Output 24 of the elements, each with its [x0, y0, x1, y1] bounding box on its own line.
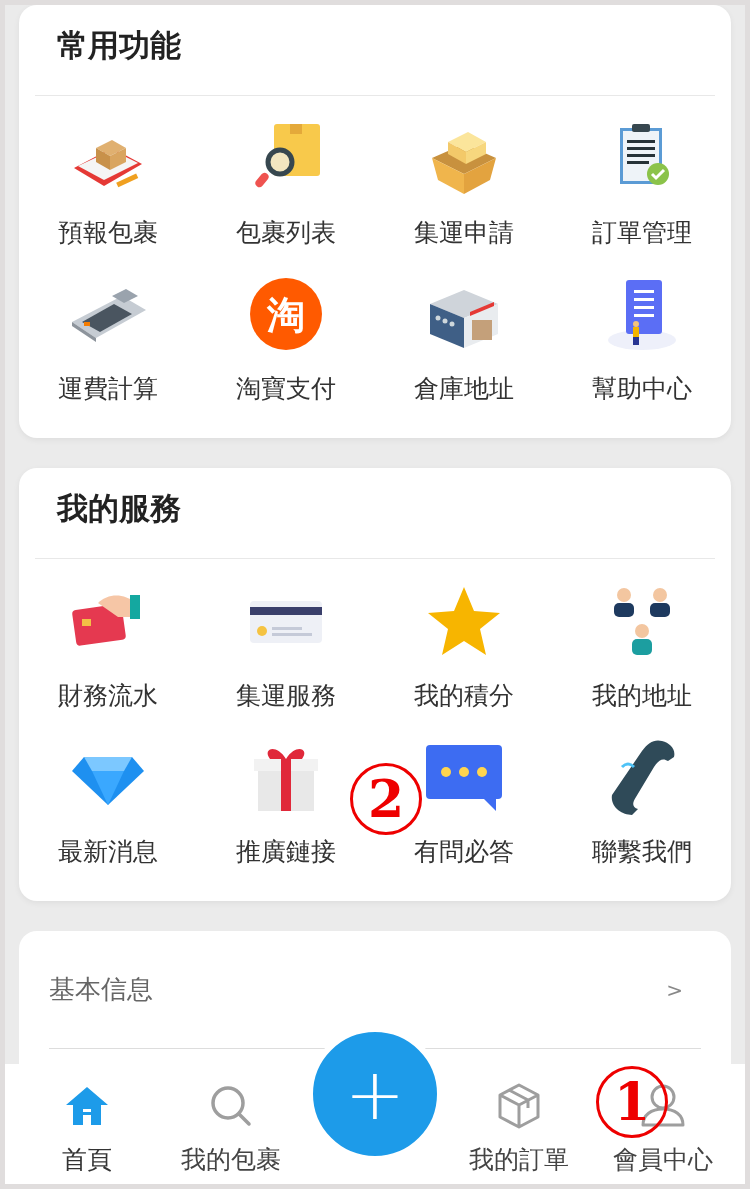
feature-item[interactable]: 集運服務 [236, 573, 336, 729]
feature-item[interactable]: 包裹列表 [236, 110, 336, 266]
feature-item[interactable]: 預報包裹 [58, 110, 158, 266]
list-item[interactable]: 基本信息 [49, 970, 153, 1009]
feature-item[interactable]: 推廣鏈接 [236, 729, 336, 885]
feature-item[interactable]: 最新消息 [58, 729, 158, 885]
feature-item[interactable]: 幫助中心 [592, 266, 692, 422]
callout-number: 2 [350, 763, 422, 835]
feature-item[interactable]: 聯繫我們 [592, 729, 692, 885]
nav-tab[interactable]: 我的包裹 [159, 1080, 303, 1178]
feature-item[interactable]: 財務流水 [58, 573, 158, 729]
feature-item[interactable]: 訂單管理 [592, 110, 692, 266]
chevron-icon: > [666, 974, 701, 1005]
feature-item[interactable]: 我的積分 [414, 573, 514, 729]
callout-number: 1 [596, 1066, 668, 1138]
feature-item[interactable]: 倉庫地址 [414, 266, 514, 422]
feature-item[interactable]: 運費計算 [58, 266, 158, 422]
nav-tab[interactable]: 我的訂單 [447, 1080, 591, 1178]
section-title: 常用功能 [56, 26, 182, 65]
feature-item[interactable]: 我的地址 [592, 573, 692, 729]
feature-item[interactable]: 集運申請 [414, 110, 514, 266]
feature-item[interactable]: 淘 淘寶支付 [236, 266, 336, 422]
nav-tab[interactable]: 首頁 [15, 1080, 159, 1178]
section-title: 我的服務 [55, 489, 182, 528]
